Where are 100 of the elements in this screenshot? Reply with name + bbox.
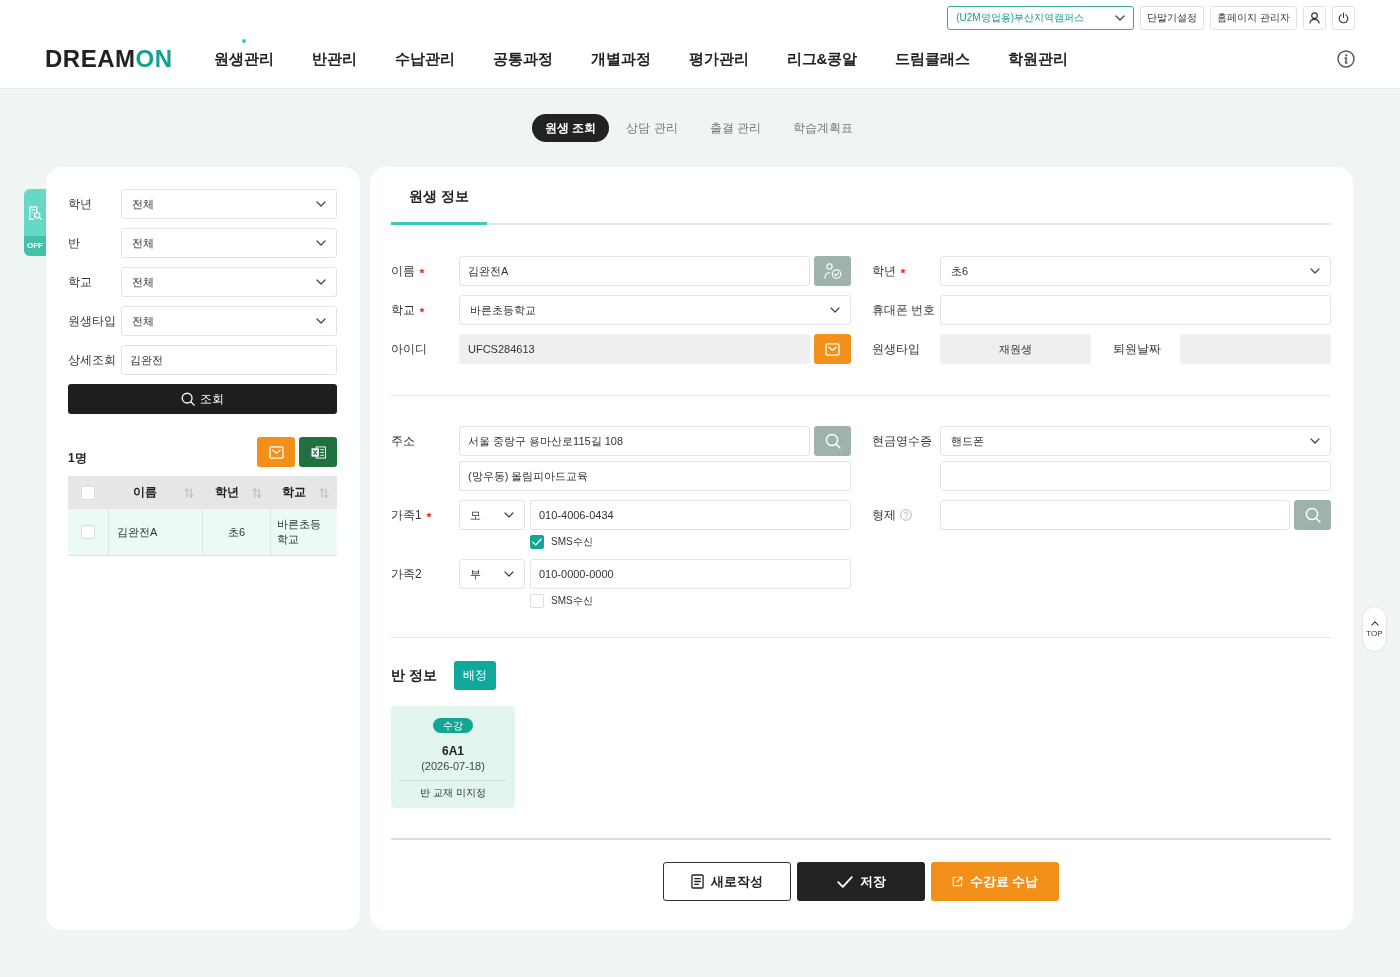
class-card[interactable]: 수강 6A1 (2026-07-18) 반 교재 미지정	[391, 706, 515, 808]
input-field[interactable]	[940, 461, 1331, 491]
textbook-note: 반 교재 미지정	[420, 786, 486, 799]
filter-label: 반	[68, 234, 81, 252]
excel-button[interactable]	[299, 437, 337, 467]
person-check-icon	[823, 263, 842, 279]
sub-tab[interactable]: 출결 관리	[694, 114, 776, 142]
nav-item[interactable]: 드림클래스	[895, 39, 971, 79]
checkbox-label: SMS수신	[551, 594, 593, 608]
caret-icon	[504, 571, 514, 577]
power-icon	[1338, 12, 1349, 24]
sort-icon	[252, 487, 262, 498]
filter-label: 상세조회	[68, 351, 117, 369]
user-button[interactable]	[1303, 6, 1326, 30]
field-label: 주소	[391, 432, 415, 450]
result-count: 1명	[68, 450, 87, 467]
class-name: 6A1	[442, 744, 464, 759]
input-field[interactable]	[940, 295, 1331, 325]
caret-icon	[504, 512, 514, 518]
document-icon	[691, 874, 704, 889]
caret-icon	[1310, 438, 1320, 444]
checkbox[interactable]	[530, 535, 544, 549]
input-field[interactable]: (망우동) 올림피아드교육	[459, 461, 851, 491]
dropdown[interactable]: 바른초등학교	[459, 295, 851, 325]
new-button[interactable]: 새로작성	[663, 862, 791, 901]
mail-icon	[825, 342, 840, 356]
nav-item[interactable]: 학원관리	[1008, 39, 1069, 79]
field-label: 아이디	[391, 340, 427, 358]
sub-tab[interactable]: 학습계획표	[778, 114, 868, 142]
utility-button[interactable]: 홈페이지 관리자	[1210, 6, 1297, 30]
input-field[interactable]: 김완전A	[459, 256, 810, 286]
search-button[interactable]	[814, 426, 851, 456]
field-label: 학년	[872, 262, 896, 280]
filter-label: 학년	[68, 195, 93, 213]
status-badge: 수강	[433, 718, 473, 733]
caret-icon	[316, 318, 326, 324]
input-field[interactable]: 김완전	[121, 345, 337, 375]
column-header[interactable]: 학년	[202, 476, 270, 509]
field-label: 형제	[872, 506, 896, 524]
input-field[interactable]: 010-4006-0434	[530, 500, 851, 530]
column-header[interactable]: 학교	[270, 476, 337, 509]
check-icon	[532, 538, 542, 546]
field-label: 가족1	[391, 506, 422, 524]
help-icon[interactable]	[900, 509, 912, 521]
search-icon	[1304, 507, 1321, 523]
logo[interactable]: DREAMON	[45, 47, 173, 71]
nav-item[interactable]: 반관리	[311, 39, 357, 79]
chevron-up-icon	[1370, 620, 1379, 626]
caret-icon	[830, 307, 840, 313]
save-button[interactable]: 저장	[797, 862, 925, 901]
table-cell: 바른초등학교	[270, 509, 337, 555]
section-tab[interactable]: 원생 정보	[391, 167, 487, 225]
nav-item[interactable]: 원생관리	[213, 39, 274, 79]
checkbox-label: SMS수신	[551, 535, 593, 549]
caret-icon	[316, 240, 326, 246]
sort-icon	[184, 487, 194, 498]
info-icon[interactable]	[1337, 50, 1355, 68]
table-row[interactable]: 김완전A 초6 바른초등학교	[68, 509, 337, 556]
campus-dropdown[interactable]: (U2M영업용)부산지역캠퍼스	[947, 6, 1135, 30]
dropdown[interactable]: 초6	[940, 256, 1331, 286]
check-icon	[836, 875, 853, 888]
nav-item[interactable]: 개별과정	[590, 39, 651, 79]
input-field[interactable]: 서울 중랑구 용마산로115길 108	[459, 426, 810, 456]
table-cell: 김완전A	[108, 509, 202, 555]
caret-icon	[316, 279, 326, 285]
utility-button[interactable]: 단말기설정	[1140, 6, 1205, 30]
nav-item[interactable]: 공통과정	[492, 39, 553, 79]
search-icon	[824, 433, 841, 449]
verify-button[interactable]	[814, 256, 851, 286]
dropdown[interactable]: 전체	[121, 306, 337, 336]
field-label: 원생타입	[872, 340, 920, 358]
column-header[interactable]: 이름	[108, 476, 202, 509]
dropdown[interactable]: 부	[459, 559, 525, 589]
user-icon	[1309, 12, 1320, 24]
field-label: 휴대폰 번호	[872, 301, 936, 319]
nav-item[interactable]: 평가관리	[688, 39, 749, 79]
power-button[interactable]	[1332, 6, 1355, 30]
readonly-field[interactable]: UFCS284613	[459, 334, 810, 364]
dropdown[interactable]: 모	[459, 500, 525, 530]
sub-tab[interactable]: 상담 관리	[611, 114, 693, 142]
caret-icon	[1310, 268, 1320, 274]
nav-item[interactable]: 리그&콩알	[786, 39, 858, 79]
external-link-icon	[951, 876, 963, 887]
class-date: (2026-07-18)	[421, 759, 485, 774]
student-type-field: 재원생	[940, 334, 1091, 364]
scroll-top-button[interactable]: TOP	[1362, 606, 1387, 652]
input-field[interactable]	[940, 500, 1290, 530]
nav-item[interactable]: 수납관리	[394, 39, 455, 79]
mail-icon	[268, 445, 284, 459]
dropdown[interactable]: 전체	[121, 189, 337, 219]
filter-label: 원생타입	[68, 312, 117, 330]
table-cell: 초6	[202, 509, 270, 555]
dropdown[interactable]: 전체	[121, 267, 337, 297]
sub-tab[interactable]: 원생 조회	[532, 114, 610, 142]
mail-button[interactable]	[814, 334, 851, 364]
search-button[interactable]	[1294, 500, 1331, 530]
dropdown[interactable]: 핸드폰	[940, 426, 1331, 456]
dropdown[interactable]: 전체	[121, 228, 337, 258]
input-field[interactable]: 010-0000-0000	[530, 559, 851, 589]
search-button[interactable]: 조회	[68, 384, 337, 414]
